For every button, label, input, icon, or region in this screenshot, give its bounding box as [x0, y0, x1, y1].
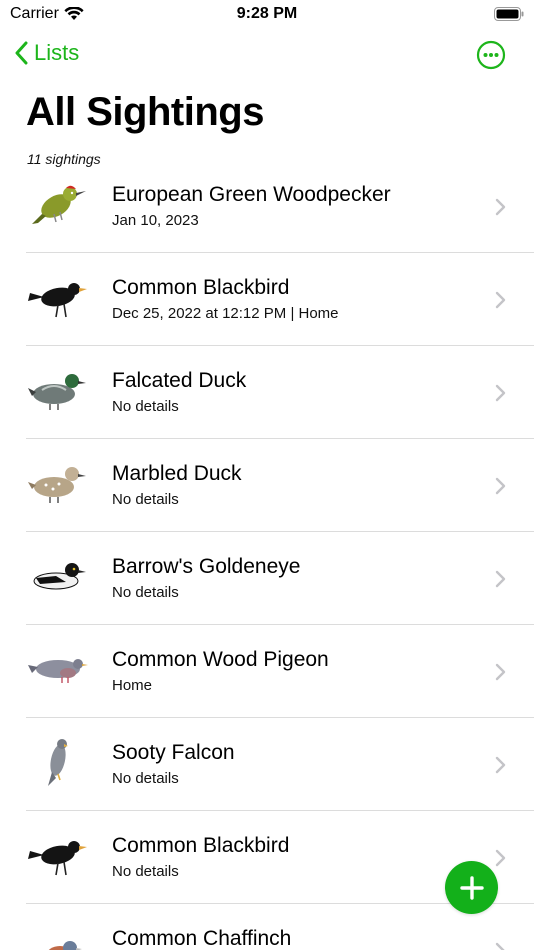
list-item[interactable]: Common Blackbird Dec 25, 2022 at 12:12 P…	[0, 253, 534, 346]
back-button[interactable]: Lists	[14, 40, 79, 66]
goldeneye-icon	[33, 563, 86, 590]
sighting-detail: Dec 25, 2022 at 12:12 PM | Home	[112, 305, 339, 322]
sighting-detail: No details	[112, 584, 179, 601]
status-bar: Carrier 9:28 PM	[0, 0, 534, 30]
sighting-name: Falcated Duck	[112, 369, 247, 392]
sighting-name: Sooty Falcon	[112, 741, 235, 764]
list-item[interactable]: Sooty Falcon No details	[0, 718, 534, 811]
sighting-name: Common Blackbird	[112, 834, 290, 857]
sighting-detail: Home	[112, 677, 153, 694]
chaffinch-icon	[48, 941, 82, 950]
sighting-name: Common Blackbird	[112, 276, 290, 299]
sighting-name: Common Chaffinch	[112, 927, 292, 950]
back-label: Lists	[34, 40, 80, 65]
sighting-detail: No details	[112, 491, 179, 508]
blackbird-icon	[28, 841, 87, 876]
sighting-name: Common Wood Pigeon	[112, 648, 329, 671]
battery-icon	[494, 7, 524, 21]
plus-icon	[459, 875, 484, 900]
list-item[interactable]: Barrow's Goldeneye No details	[0, 532, 534, 625]
ellipsis-circle-icon[interactable]	[476, 40, 506, 70]
list-item[interactable]: Falcated Duck No details	[0, 346, 534, 439]
sighting-name: Marbled Duck	[112, 462, 242, 485]
list-item[interactable]: Marbled Duck No details	[0, 439, 534, 532]
list-item[interactable]: Common Chaffinch	[0, 904, 534, 950]
falcated-duck-icon	[28, 374, 86, 410]
chevron-right-icon	[495, 291, 506, 309]
page-title: All Sightings	[26, 90, 264, 134]
marbled-duck-icon	[28, 467, 86, 503]
sighting-detail: No details	[112, 398, 179, 415]
list-item[interactable]: European Green Woodpecker Jan 10, 2023	[0, 160, 534, 253]
clock: 9:28 PM	[236, 5, 298, 22]
blackbird-icon	[28, 283, 87, 318]
sighting-name: Barrow's Goldeneye	[112, 555, 301, 578]
sighting-name: European Green Woodpecker	[112, 183, 391, 206]
sighting-detail: No details	[112, 863, 179, 880]
chevron-right-icon	[495, 570, 506, 588]
chevron-right-icon	[495, 198, 506, 216]
sooty-falcon-icon	[48, 739, 68, 786]
add-sighting-button[interactable]	[445, 861, 498, 914]
wood-pigeon-icon	[28, 659, 88, 683]
chevron-right-icon	[495, 942, 505, 950]
chevron-right-icon	[495, 849, 506, 867]
chevron-left-icon	[15, 41, 28, 65]
green-woodpecker-icon	[32, 185, 86, 224]
sighting-detail: No details	[112, 770, 179, 787]
chevron-right-icon	[495, 663, 506, 681]
chevron-right-icon	[495, 384, 506, 402]
sighting-detail: Jan 10, 2023	[112, 212, 199, 229]
sightings-list: European Green Woodpecker Jan 10, 2023 C…	[0, 160, 534, 950]
nav-bar: Lists	[0, 36, 534, 76]
list-item[interactable]: Common Wood Pigeon Home	[0, 625, 534, 718]
chevron-right-icon	[495, 756, 506, 774]
chevron-right-icon	[495, 477, 506, 495]
